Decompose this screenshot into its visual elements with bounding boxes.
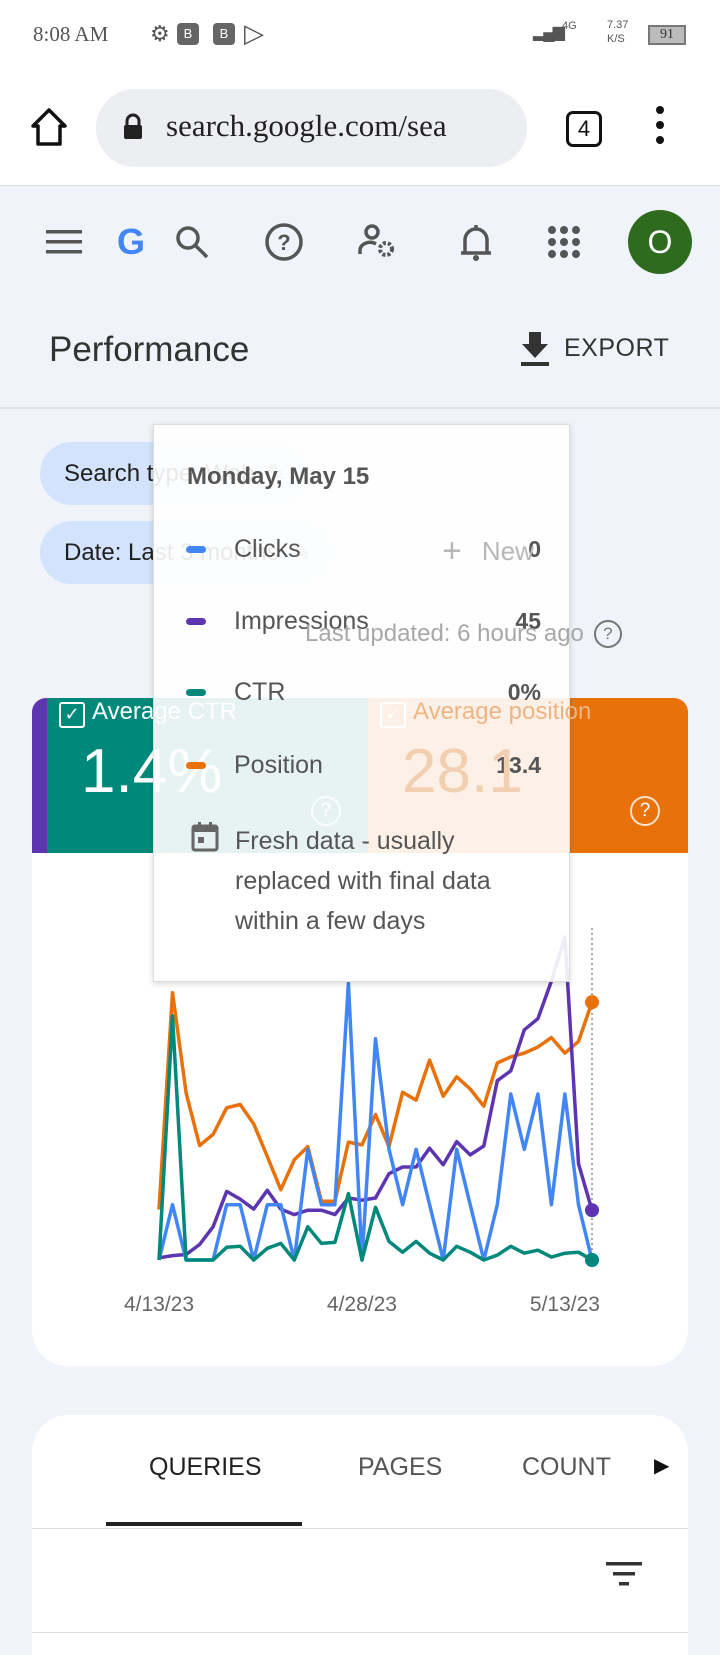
filter-icon[interactable] xyxy=(606,1560,642,1588)
checkbox-checked-icon[interactable]: ✓ xyxy=(59,702,85,728)
legend-swatch xyxy=(186,617,206,625)
series-line-clicks xyxy=(157,981,594,1262)
tab-queries[interactable]: QUERIES xyxy=(149,1453,262,1482)
divider xyxy=(32,1528,688,1529)
metric-label: Average position xyxy=(413,698,592,725)
help-icon[interactable]: ? xyxy=(593,620,622,648)
tooltip-date: Monday, May 15 xyxy=(187,463,370,490)
new-filter-button[interactable]: + New xyxy=(442,534,534,568)
app-notification-icon: B xyxy=(177,23,199,45)
metric-value: 28.1 xyxy=(402,737,523,806)
browser-toolbar: search.google.com/sea 4 xyxy=(0,70,720,186)
series-point-position xyxy=(585,995,599,1010)
active-tab-indicator xyxy=(106,1522,302,1526)
last-updated-text: Last updated: 6 hours ago xyxy=(305,620,584,647)
tab-switcher-button[interactable]: 4 xyxy=(566,111,602,147)
play-store-icon: ▷ xyxy=(244,18,264,48)
legend-swatch xyxy=(186,688,206,696)
google-logo-icon: G xyxy=(116,222,145,262)
status-bar: 8:08 AM ⚙ B B ▷ ▂▄▆ 4G 7.37 K/S 91 xyxy=(0,0,720,70)
tooltip-label: Clicks xyxy=(234,534,301,563)
new-filter-label: New xyxy=(481,536,534,566)
home-icon[interactable] xyxy=(30,107,68,147)
manage-users-icon[interactable] xyxy=(357,222,397,262)
svg-text:?: ? xyxy=(277,230,290,255)
x-tick-label: 4/28/23 xyxy=(327,1293,397,1316)
app-notification-icon: B xyxy=(213,23,235,45)
lock-icon xyxy=(124,113,142,139)
tooltip-label: Position xyxy=(234,750,323,779)
series-point-impressions xyxy=(585,1203,599,1218)
export-button[interactable]: EXPORT xyxy=(520,330,669,366)
fresh-data-note: Fresh data - usually replaced with final… xyxy=(235,827,491,935)
url-text: search.google.com/sea xyxy=(166,108,447,143)
legend-swatch xyxy=(186,761,206,769)
x-tick-label: 4/13/23 xyxy=(124,1293,194,1316)
plus-icon: + xyxy=(442,532,462,570)
help-icon[interactable]: ? xyxy=(264,222,304,262)
page-title: Performance xyxy=(49,330,250,369)
x-tick-label: 5/13/23 xyxy=(530,1293,600,1316)
last-updated: Last updated: 6 hours ago? xyxy=(305,620,622,648)
scroll-right-arrow-icon[interactable]: ▶ xyxy=(654,1453,669,1478)
signal-icon: ▂▄▆ xyxy=(533,24,565,41)
impressions-card-edge[interactable] xyxy=(32,698,48,853)
divider xyxy=(0,407,720,409)
more-options-icon[interactable] xyxy=(656,106,664,144)
address-bar[interactable]: search.google.com/sea xyxy=(96,89,527,167)
dimension-tabs-card: QUERIES PAGES COUNT ▶ xyxy=(32,1415,688,1655)
export-label: EXPORT xyxy=(564,333,670,362)
apps-icon[interactable] xyxy=(544,222,584,262)
network-type: 4G xyxy=(562,20,577,32)
settings-icon: ⚙ xyxy=(150,21,170,46)
network-speed: 7.37 xyxy=(607,19,629,31)
status-time: 8:08 AM xyxy=(33,22,109,46)
notifications-icon[interactable] xyxy=(456,222,496,262)
tooltip-label: CTR xyxy=(234,677,286,706)
series-line-position xyxy=(157,990,594,1210)
search-icon[interactable] xyxy=(172,222,212,262)
series-point-ctr xyxy=(585,1253,599,1267)
download-icon xyxy=(521,332,549,366)
divider xyxy=(32,1632,688,1633)
menu-icon[interactable] xyxy=(44,222,84,262)
tab-countries[interactable]: COUNT xyxy=(522,1453,611,1482)
help-icon[interactable]: ? xyxy=(630,796,660,826)
tab-pages[interactable]: PAGES xyxy=(358,1453,442,1482)
battery-icon: 91 xyxy=(648,25,686,45)
avatar[interactable]: O xyxy=(628,210,692,274)
calendar-icon xyxy=(191,822,219,852)
network-speed-unit: K/S xyxy=(607,33,625,45)
legend-swatch xyxy=(186,545,206,553)
